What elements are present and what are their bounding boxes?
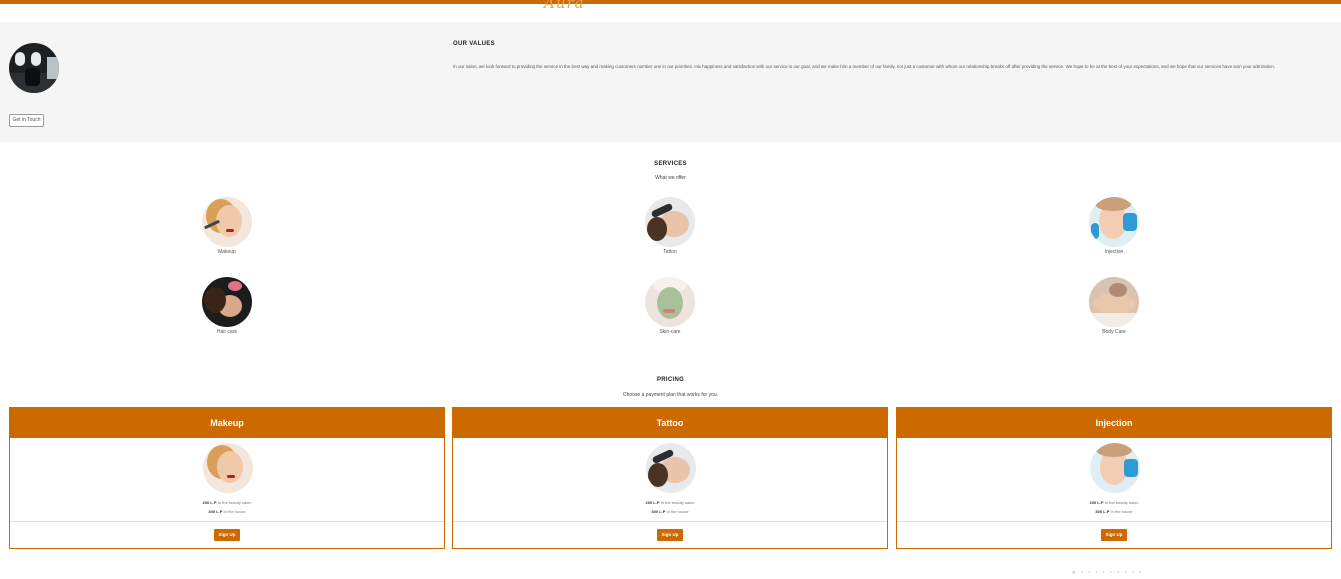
pricing-subtitle: Choose a payment plan that works for you… [622,392,719,398]
service-label: Makeup [218,249,236,255]
makeup-photo [203,443,253,493]
pricing-card-injection: Injection 200 L.P In the beauty salon 30… [896,407,1332,549]
service-skin-care[interactable]: Skin-care [620,277,720,335]
tattoo-photo [646,443,696,493]
sign-up-button[interactable]: Sign Up [1101,529,1127,541]
price-salon: 200 L.P In the beauty salon [202,500,252,505]
services-subtitle: What we offer [655,175,686,181]
makeup-photo [202,197,252,247]
service-label: Hair care [216,329,238,335]
injection-photo [1090,443,1140,493]
service-label: Injection [1104,249,1124,255]
service-body-care[interactable]: Body Care [1064,277,1164,335]
plan-name: Makeup [10,408,444,438]
pricing-card-tattoo: Tattoo 200 L.P In the beauty salon 300 L… [452,407,888,549]
service-injection[interactable]: Injection [1064,197,1164,255]
service-label: Tattoo [663,249,677,255]
pricing-title: PRICING [656,377,685,383]
tattoo-photo [645,197,695,247]
get-in-touch-button[interactable]: Get in Touch [9,114,44,127]
price-home: 300 L.P In the house [208,509,246,514]
price-salon: 200 L.P In the beauty salon [1089,500,1139,505]
logo[interactable]: Aura [544,0,585,12]
injection-photo [1089,197,1139,247]
sign-up-button[interactable]: Sign Up [214,529,240,541]
service-tattoo[interactable]: Tattoo [620,197,720,255]
service-label: Skin-care [659,329,681,335]
service-label: Body Care [1102,329,1126,335]
sign-up-button[interactable]: Sign Up [657,529,683,541]
price-home: 300 L.P In the house [1095,509,1133,514]
top-accent-bar [0,0,1341,4]
services-title: SERVICES [654,161,687,167]
salon-photo [9,43,59,93]
service-makeup[interactable]: Makeup [177,197,277,255]
price-home: 300 L.P In the house [651,509,689,514]
hair-care-photo [202,277,252,327]
service-hair-care[interactable]: Hair care [177,277,277,335]
skin-care-photo [645,277,695,327]
plan-name: Injection [897,408,1331,438]
values-section: Get in Touch OUR VALUES In our salon, we… [0,22,1341,142]
body-care-photo [1089,277,1139,327]
values-title: OUR VALUES [453,41,495,47]
plan-name: Tattoo [453,408,887,438]
values-text: In our salon, we look forward to providi… [453,64,1276,69]
footer-decoration: ^ ' ' ' ' ' ' ' ' ' [1072,571,1143,578]
price-salon: 200 L.P In the beauty salon [645,500,695,505]
pricing-card-makeup: Makeup 200 L.P In the beauty salon 300 L… [9,407,445,549]
